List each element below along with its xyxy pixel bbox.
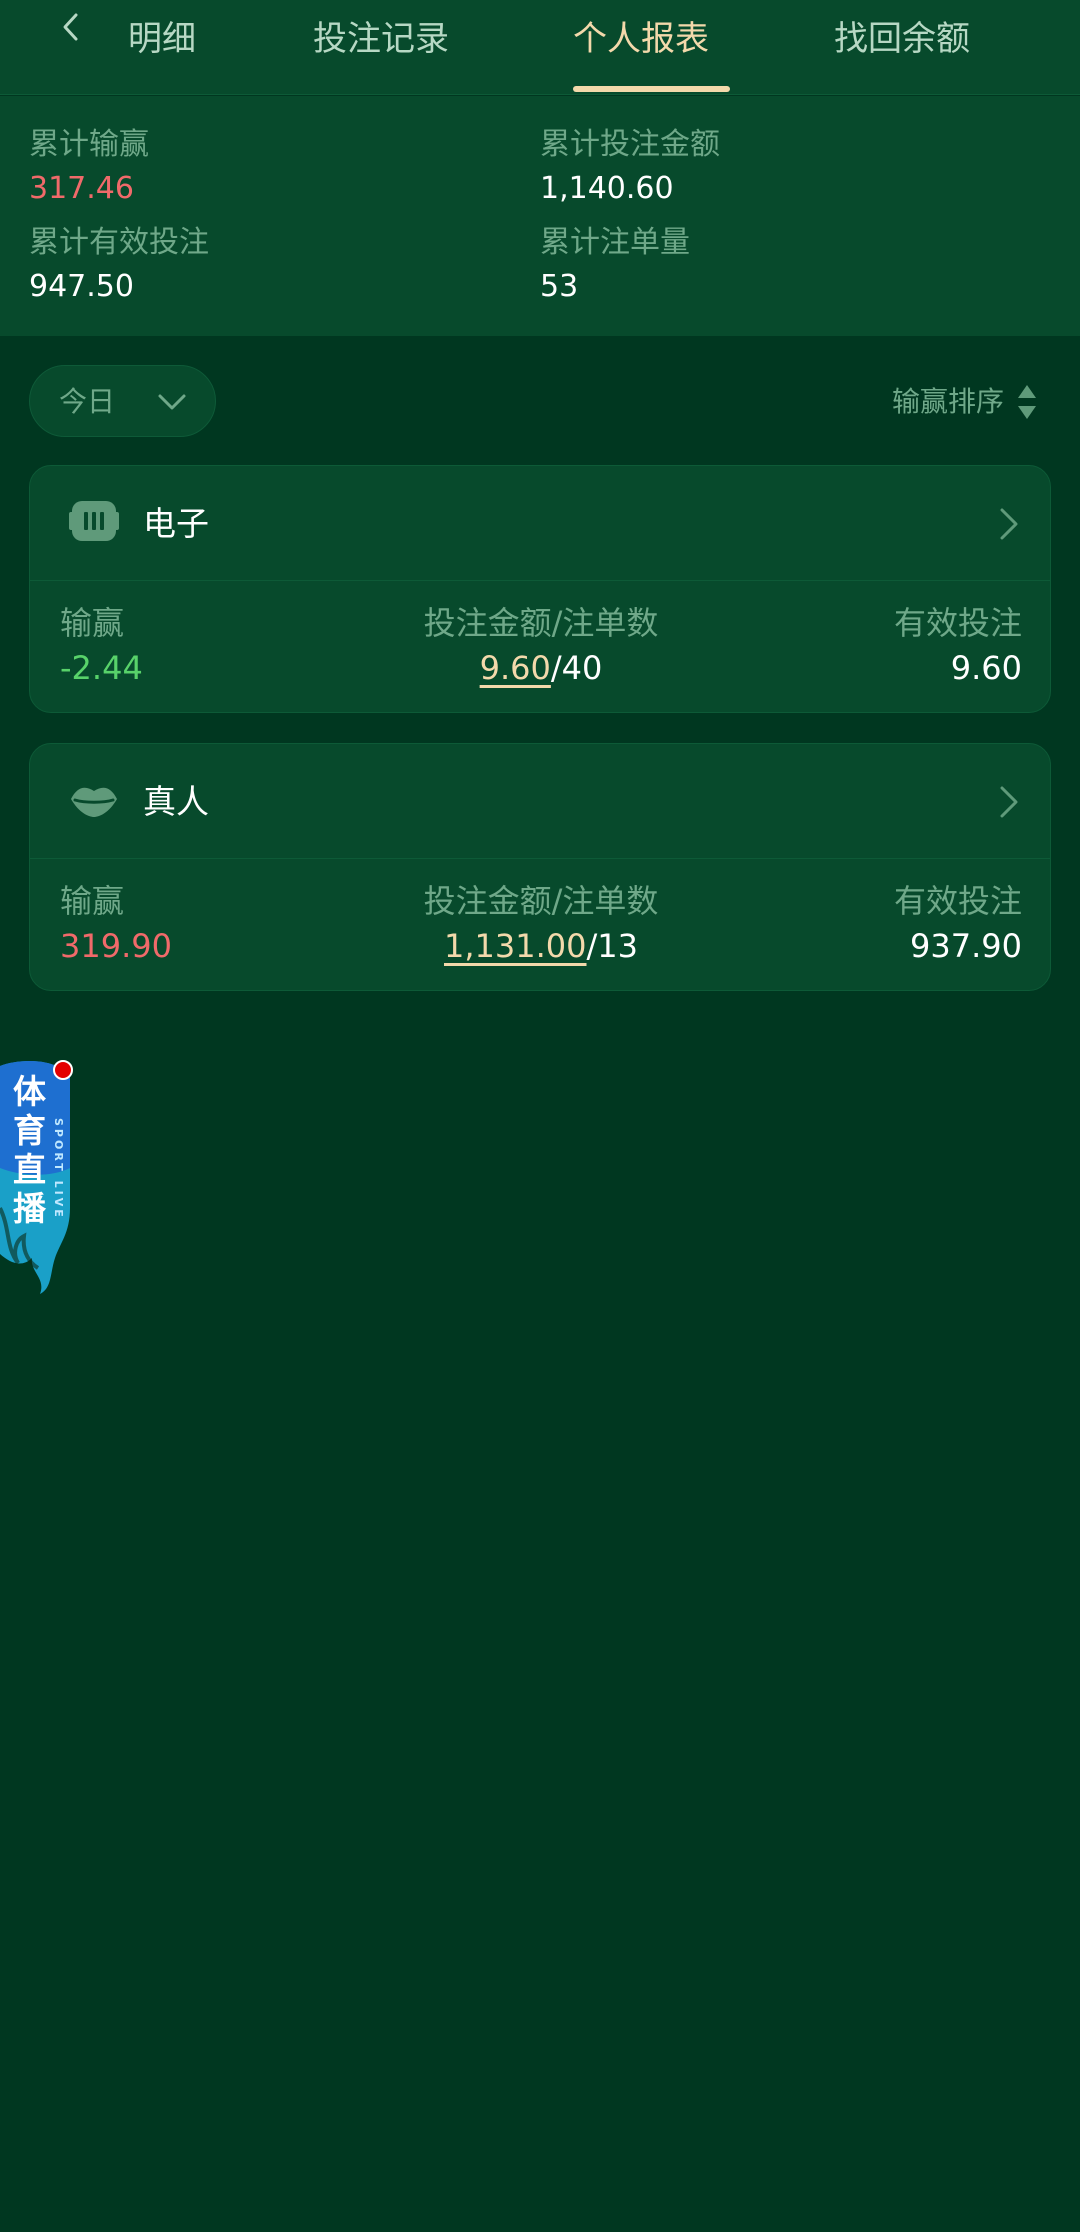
valid-bet-label: 有效投注 [893, 604, 1022, 642]
bet-amount-count-value: 9.60/40 [30, 646, 1052, 690]
active-tab-indicator [573, 86, 730, 92]
total-order-count-label: 累计注单量 [540, 225, 690, 260]
tab-bar: 明细 投注记录 个人报表 找回余额 [0, 0, 1080, 95]
period-dropdown[interactable]: 今日 [29, 365, 216, 437]
tab-personal-report[interactable]: 个人报表 [573, 14, 709, 64]
card-header[interactable]: 真人 [30, 744, 1050, 859]
bet-count: /40 [550, 649, 603, 687]
tab-recover-balance[interactable]: 找回余额 [834, 14, 970, 64]
card-title: 电子 [143, 504, 209, 543]
total-valid-bet-label: 累计有效投注 [29, 225, 209, 260]
category-card-electronic[interactable]: 电子 输赢 -2.44 投注金额/注单数 9.60/40 有效投注 9.60 [29, 465, 1051, 713]
sort-by-win-loss-button[interactable]: 输赢排序 [892, 382, 1004, 422]
sport-live-floating-button[interactable]: 体育直播 SPORT LIVE [0, 1058, 72, 1298]
sort-icon[interactable] [1016, 383, 1038, 421]
chevron-right-icon[interactable] [998, 784, 1020, 820]
total-bet-amount-value: 1,140.60 [540, 171, 674, 206]
card-header[interactable]: 电子 [30, 466, 1050, 581]
bet-amount-count-value: 1,131.00/13 [30, 924, 1052, 968]
period-label: 今日 [59, 385, 116, 418]
card-title: 真人 [143, 782, 209, 821]
valid-bet-value: 9.60 [950, 649, 1022, 687]
slot-machine-icon [69, 501, 119, 541]
total-valid-bet-value: 947.50 [29, 269, 134, 304]
total-win-loss-value: 317.46 [29, 171, 134, 206]
bet-amount-link[interactable]: 1,131.00 [444, 927, 587, 965]
bet-count: /13 [586, 927, 639, 965]
live-badge-subtitle: SPORT LIVE [52, 1118, 65, 1220]
total-win-loss-label: 累计输赢 [29, 127, 149, 162]
tab-details[interactable]: 明细 [106, 14, 196, 64]
summary-panel: 累计输赢 317.46 累计投注金额 1,140.60 累计有效投注 947.5… [0, 96, 1080, 336]
tab-bet-records[interactable]: 投注记录 [313, 14, 449, 64]
category-card-live[interactable]: 真人 输赢 319.90 投注金额/注单数 1,131.00/13 有效投注 9… [29, 743, 1051, 991]
valid-bet-value: 937.90 [910, 927, 1022, 965]
valid-bet-label: 有效投注 [893, 882, 1022, 920]
chevron-down-icon [158, 394, 186, 410]
chevron-right-icon[interactable] [998, 506, 1020, 542]
lips-icon [71, 787, 117, 817]
bet-amount-link[interactable]: 9.60 [480, 649, 551, 687]
live-badge-title: 体育直播 [13, 1072, 46, 1228]
back-arrow-icon[interactable] [56, 12, 86, 42]
total-bet-amount-label: 累计投注金额 [540, 127, 720, 162]
notification-dot [53, 1060, 73, 1080]
total-order-count-value: 53 [540, 269, 579, 304]
